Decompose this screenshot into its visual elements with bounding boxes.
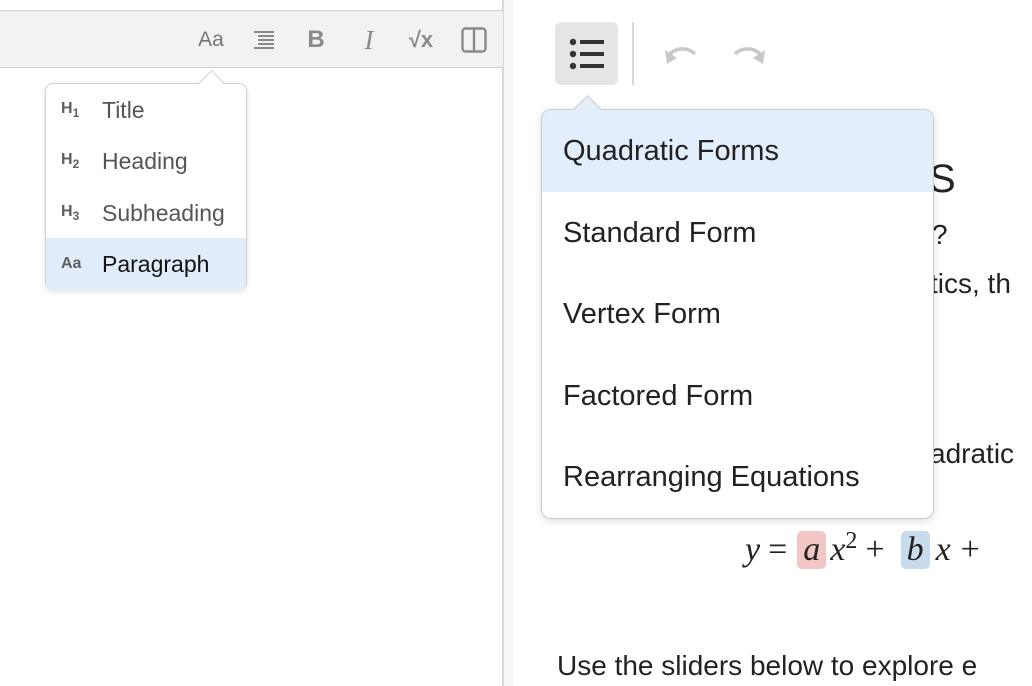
- document-paragraph: adratic: [930, 438, 1015, 469]
- align-left-icon: [254, 31, 274, 49]
- toc-item-label: Factored Form: [563, 379, 754, 412]
- toc-item-label: Standard Form: [563, 216, 757, 249]
- undo-button[interactable]: [662, 38, 698, 72]
- text-style-label: Aa: [198, 28, 224, 51]
- formula-x: x: [935, 531, 951, 569]
- redo-button[interactable]: [732, 38, 768, 72]
- redo-icon: [733, 47, 765, 64]
- paragraph-icon: Aa: [61, 255, 82, 272]
- formula-y: y: [745, 531, 761, 569]
- table-of-contents-button[interactable]: [555, 22, 618, 85]
- bold-label: B: [307, 26, 325, 53]
- math-label: √x: [408, 27, 434, 52]
- toc-item-label: Vertex Form: [563, 297, 721, 330]
- math-button[interactable]: √x: [404, 23, 438, 57]
- toolbar-divider: [632, 22, 634, 85]
- formula-exponent: 2: [845, 528, 858, 554]
- split-view-button[interactable]: [457, 23, 491, 57]
- toc-item-rearranging-equations[interactable]: Rearranging Equations: [542, 436, 933, 518]
- coefficient-b[interactable]: b: [900, 531, 930, 570]
- align-button[interactable]: [247, 23, 281, 57]
- text-style-menu: H1 Title H2 Heading H3 Subheading Aa Par…: [45, 70, 247, 290]
- pane-divider[interactable]: [504, 0, 514, 686]
- italic-label: I: [364, 24, 374, 55]
- toc-item-standard-form[interactable]: Standard Form: [542, 192, 933, 274]
- coefficient-a[interactable]: a: [797, 531, 827, 570]
- h2-icon: H2: [61, 150, 80, 172]
- list-icon: [569, 38, 604, 69]
- toc-item-label: Quadratic Forms: [563, 134, 779, 167]
- document-paragraph: Use the sliders below to explore e: [557, 650, 978, 681]
- format-option-title[interactable]: H1 Title: [46, 84, 246, 136]
- formula-equals: =: [768, 531, 788, 569]
- toc-item-quadratic-forms[interactable]: Quadratic Forms: [542, 110, 933, 192]
- h3-icon: H3: [61, 202, 80, 224]
- toc-item-factored-form[interactable]: Factored Form: [542, 355, 933, 437]
- split-pane-icon: [461, 27, 487, 53]
- document-subheading: ?: [932, 219, 948, 250]
- toc-item-vertex-form[interactable]: Vertex Form: [542, 273, 933, 355]
- format-toolbar: Aa B I √x: [0, 10, 503, 68]
- h1-icon: H1: [61, 99, 80, 121]
- undo-icon: [665, 47, 697, 64]
- formula-plus: +: [960, 531, 980, 569]
- formula-plus: +: [865, 531, 885, 569]
- text-style-button[interactable]: Aa: [194, 23, 228, 57]
- formula-x: x: [830, 531, 846, 569]
- format-option-paragraph[interactable]: Aa Paragraph: [46, 238, 246, 290]
- format-option-label: Subheading: [102, 199, 225, 226]
- bold-button[interactable]: B: [299, 23, 333, 57]
- format-option-label: Paragraph: [102, 250, 210, 277]
- format-option-heading[interactable]: H2 Heading: [46, 135, 246, 187]
- italic-button[interactable]: I: [352, 23, 386, 57]
- format-option-subheading[interactable]: H3 Subheading: [46, 187, 246, 239]
- format-option-label: Title: [102, 96, 145, 123]
- toc-item-label: Rearranging Equations: [563, 460, 860, 493]
- quadratic-formula: y = a x2 + b x +: [745, 528, 980, 570]
- table-of-contents-menu: Quadratic Forms Standard Form Vertex For…: [541, 95, 934, 519]
- document-paragraph: tics, th: [930, 268, 1011, 299]
- format-option-label: Heading: [102, 147, 188, 174]
